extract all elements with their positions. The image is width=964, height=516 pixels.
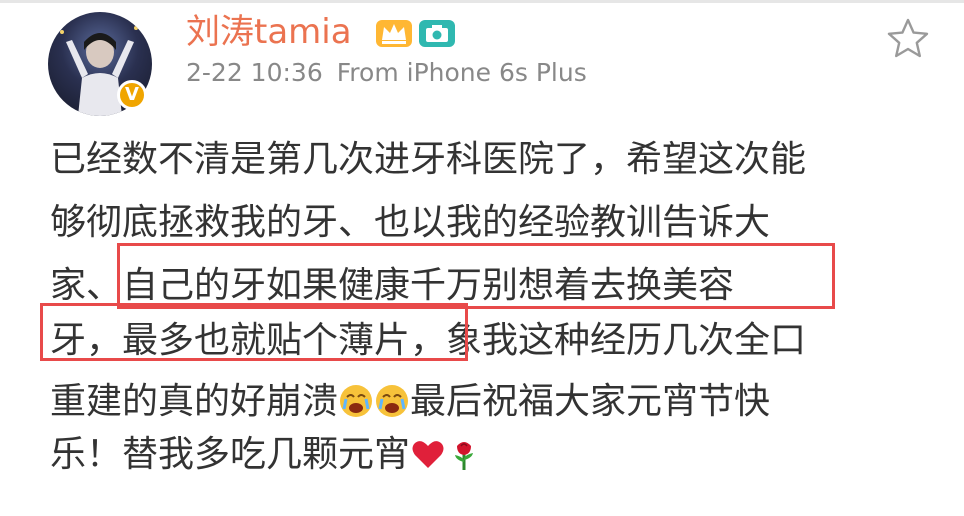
post-meta: 2-22 10:36 From iPhone 6s Plus (186, 56, 587, 90)
verified-icon: V (117, 80, 147, 110)
post-text-line: 已经数不清是第几次进牙科医院了，希望这次能 (50, 139, 807, 180)
post-text-line: 够彻底拯救我的牙、也以我的经验教训告诉大 (50, 202, 771, 243)
post-time[interactable]: 2-22 10:36 (186, 58, 323, 87)
post-text-segment: 乐！替我多吃几颗元宵 (50, 434, 411, 475)
crying-emoji-icon (340, 385, 373, 417)
highlight-box (40, 303, 468, 361)
highlight-box (117, 243, 835, 309)
post-source[interactable]: From iPhone 6s Plus (337, 58, 587, 87)
crying-emoji-icon (376, 385, 409, 417)
post-text-segment: 重建的真的好崩溃 (50, 381, 339, 422)
post-text-line: 重建的真的好崩溃 最后祝福大家元宵节快 (50, 377, 770, 427)
favorite-star-icon[interactable] (884, 16, 932, 62)
top-divider (0, 0, 964, 3)
post-text-line: 乐！替我多吃几颗元宵 (50, 430, 482, 480)
rose-icon (455, 442, 474, 470)
camera-badge-icon[interactable] (418, 16, 456, 48)
author-name[interactable]: 刘涛tamia (186, 10, 352, 54)
post-text-segment: 最后祝福大家元宵节快 (410, 381, 771, 422)
red-heart-icon (412, 441, 444, 468)
crown-badge-icon[interactable] (375, 16, 413, 48)
